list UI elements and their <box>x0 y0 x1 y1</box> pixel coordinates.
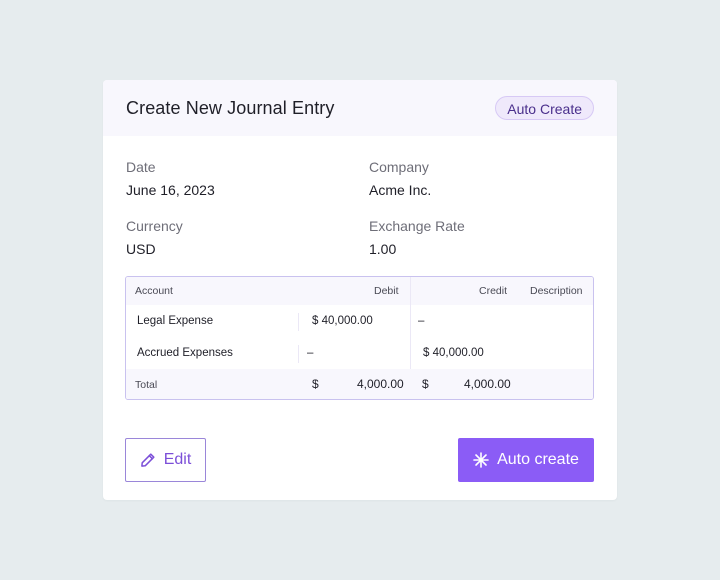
column-header-account: Account <box>135 285 173 297</box>
auto-create-button[interactable]: Auto create <box>458 438 594 482</box>
journal-entry-card: Create New Journal Entry Auto Create Dat… <box>103 80 617 500</box>
total-label: Total <box>135 379 158 391</box>
account-cell: Accrued Expenses <box>137 347 233 359</box>
table-header: Account Debit Credit Description <box>126 277 593 305</box>
page-title: Create New Journal Entry <box>126 98 335 118</box>
edit-button[interactable]: Edit <box>125 438 206 482</box>
journal-lines-table: Account Debit Credit Description Legal E… <box>125 276 594 400</box>
auto-create-badge: Auto Create <box>495 96 594 120</box>
credit-cell: $ 40,000.00 <box>423 347 484 359</box>
cell-divider <box>298 345 299 363</box>
total-credit-value: 4,000.00 <box>464 377 511 391</box>
debit-cell: – <box>307 347 314 359</box>
pencil-icon <box>140 452 156 468</box>
cell-divider <box>298 313 299 331</box>
table-row[interactable]: Legal Expense $ 40,000.00 – <box>126 305 593 337</box>
auto-create-button-label: Auto create <box>497 451 579 468</box>
column-header-credit: Credit <box>479 285 508 297</box>
date-label: Date <box>126 159 156 175</box>
total-debit-currency: $ <box>312 377 319 391</box>
total-debit-value: 4,000.00 <box>357 377 404 391</box>
exchange-rate-label: Exchange Rate <box>369 218 465 234</box>
account-cell: Legal Expense <box>137 315 214 327</box>
total-credit-currency: $ <box>422 377 429 391</box>
currency-label: Currency <box>126 218 183 234</box>
date-value: June 16, 2023 <box>126 182 215 198</box>
card-header: Create New Journal Entry Auto Create <box>103 80 617 136</box>
credit-cell: – <box>418 315 425 327</box>
table-total-row: Total $ 4,000.00 $ 4,000.00 <box>126 369 593 399</box>
sparkle-icon <box>473 452 489 468</box>
company-value: Acme Inc. <box>369 182 432 198</box>
table-row[interactable]: Accrued Expenses – $ 40,000.00 <box>126 337 593 369</box>
debit-cell: $ 40,000.00 <box>312 315 373 327</box>
column-header-description: Description <box>530 285 583 297</box>
column-header-debit: Debit <box>374 285 399 297</box>
currency-value: USD <box>126 241 156 257</box>
exchange-rate-value: 1.00 <box>369 241 397 257</box>
edit-button-label: Edit <box>163 451 192 468</box>
company-label: Company <box>369 159 429 175</box>
